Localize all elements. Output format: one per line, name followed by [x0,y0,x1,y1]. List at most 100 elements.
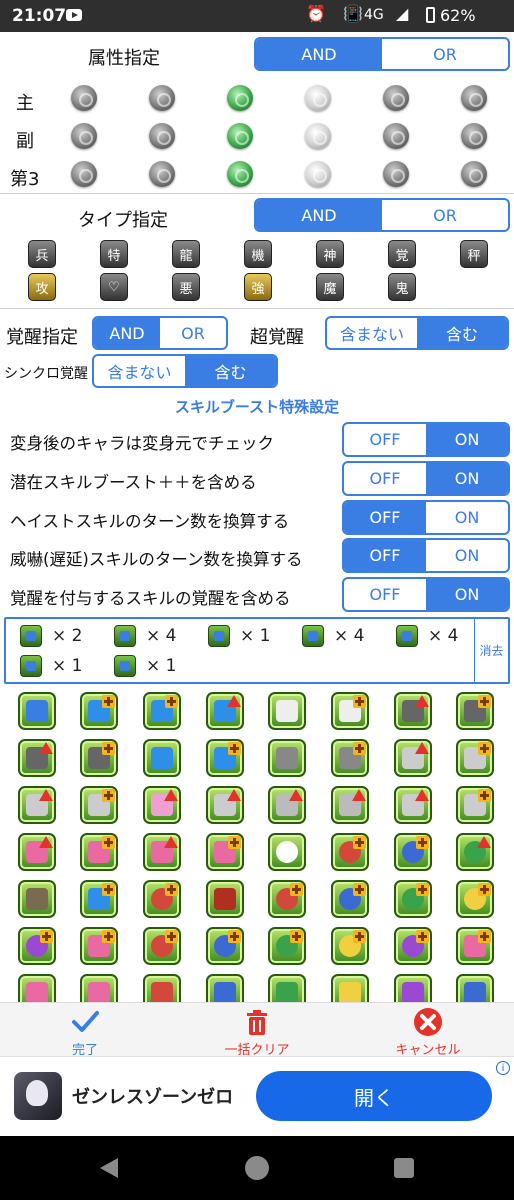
awakening-icon[interactable] [456,974,494,1002]
awakening-icon[interactable] [18,739,56,777]
none-orb-icon[interactable] [461,85,487,111]
awakening-icon[interactable] [268,880,306,918]
type-icon[interactable]: 鬼 [388,273,416,301]
awaken-and-button[interactable]: AND [94,318,160,348]
super-awaken-on-button[interactable]: 含む [417,318,507,348]
ad-app-logo[interactable] [14,1072,62,1120]
awakening-icon[interactable] [80,880,118,918]
awakening-icon[interactable] [394,880,432,918]
awakening-icon[interactable] [331,927,369,965]
awakening-icon[interactable] [18,786,56,824]
selected-item[interactable]: × 1 [208,625,270,647]
dark-orb-icon[interactable] [383,123,409,149]
awakening-icon[interactable] [331,833,369,871]
awakening-icon[interactable] [18,927,56,965]
selected-item[interactable]: × 4 [302,625,364,647]
selected-item[interactable]: × 1 [20,655,82,677]
awakening-icon[interactable] [143,974,181,1002]
awakening-icon[interactable] [331,786,369,824]
setting-off-button[interactable]: OFF [344,424,426,455]
awakening-icon[interactable] [394,692,432,730]
type-icon[interactable]: 魔 [316,273,344,301]
awakening-icon[interactable] [206,692,244,730]
setting-on-button[interactable]: ON [426,502,508,533]
wood-orb-icon[interactable] [227,161,253,187]
awakening-icon[interactable] [206,880,244,918]
setting-off-button[interactable]: OFF [344,579,426,610]
awakening-icon[interactable] [456,833,494,871]
light-orb-icon[interactable] [305,161,331,187]
awakening-icon[interactable] [394,927,432,965]
selected-item[interactable]: × 2 [20,625,82,647]
awakening-icon[interactable] [268,974,306,1002]
setting-on-button[interactable]: ON [426,463,508,494]
wood-orb-icon[interactable] [227,85,253,111]
awakening-icon[interactable] [143,739,181,777]
type-icon[interactable]: 龍 [172,240,200,268]
awakening-icon[interactable] [268,927,306,965]
super-awaken-off-button[interactable]: 含まない [327,318,417,348]
type-icon[interactable]: 兵 [28,240,56,268]
awaken-or-button[interactable]: OR [160,318,226,348]
selected-item[interactable]: × 1 [114,655,176,677]
awakening-icon[interactable] [18,974,56,1002]
type-icon[interactable]: 悪 [172,273,200,301]
awakening-icon[interactable] [80,786,118,824]
type-or-button[interactable]: OR [382,200,508,230]
clear-all-button[interactable]: 一括クリア [197,1003,317,1058]
selected-item[interactable]: × 4 [396,625,458,647]
back-icon[interactable] [100,1158,118,1178]
setting-on-button[interactable]: ON [426,424,508,455]
setting-on-button[interactable]: ON [426,540,508,571]
awakening-icon[interactable] [268,833,306,871]
awakening-icon[interactable] [331,692,369,730]
fire-orb-icon[interactable] [71,85,97,111]
sync-awaken-off-button[interactable]: 含まない [94,356,185,386]
awakening-icon[interactable] [394,739,432,777]
awakening-icon[interactable] [80,927,118,965]
awakening-icon[interactable] [268,739,306,777]
wood-orb-icon[interactable] [227,123,253,149]
type-icon[interactable]: 強 [244,273,272,301]
ad-open-button[interactable]: 開く [256,1071,492,1121]
awakening-icon[interactable] [206,927,244,965]
light-orb-icon[interactable] [305,123,331,149]
awakening-icon[interactable] [456,880,494,918]
awakening-icon[interactable] [143,786,181,824]
type-and-button[interactable]: AND [256,200,382,230]
awakening-icon[interactable] [331,739,369,777]
water-orb-icon[interactable] [149,161,175,187]
awakening-icon[interactable] [80,833,118,871]
awakening-icon[interactable] [18,692,56,730]
type-icon[interactable]: 攻 [28,273,56,301]
awakening-icon[interactable] [143,833,181,871]
home-icon[interactable] [245,1156,269,1180]
dark-orb-icon[interactable] [383,161,409,187]
awakening-icon[interactable] [268,692,306,730]
dark-orb-icon[interactable] [383,85,409,111]
type-icon[interactable]: 特 [100,240,128,268]
awakening-icon[interactable] [394,974,432,1002]
awakening-icon[interactable] [206,974,244,1002]
awakening-icon[interactable] [394,786,432,824]
setting-on-button[interactable]: ON [426,579,508,610]
awakening-icon[interactable] [456,739,494,777]
light-orb-icon[interactable] [305,85,331,111]
awakening-icon[interactable] [143,927,181,965]
awakening-icon[interactable] [206,739,244,777]
type-icon[interactable]: 覚 [388,240,416,268]
recent-apps-icon[interactable] [394,1158,414,1178]
ad-info-icon[interactable]: i [496,1061,510,1075]
water-orb-icon[interactable] [149,85,175,111]
clear-selection-button[interactable]: 消去 [474,619,508,682]
awakening-icon[interactable] [268,786,306,824]
none-orb-icon[interactable] [461,123,487,149]
water-orb-icon[interactable] [149,123,175,149]
attribute-or-button[interactable]: OR [382,39,508,69]
fire-orb-icon[interactable] [71,123,97,149]
awakening-icon[interactable] [456,692,494,730]
awakening-icon[interactable] [206,786,244,824]
awakening-icon[interactable] [456,927,494,965]
awakening-icon[interactable] [80,692,118,730]
setting-off-button[interactable]: OFF [344,502,426,533]
